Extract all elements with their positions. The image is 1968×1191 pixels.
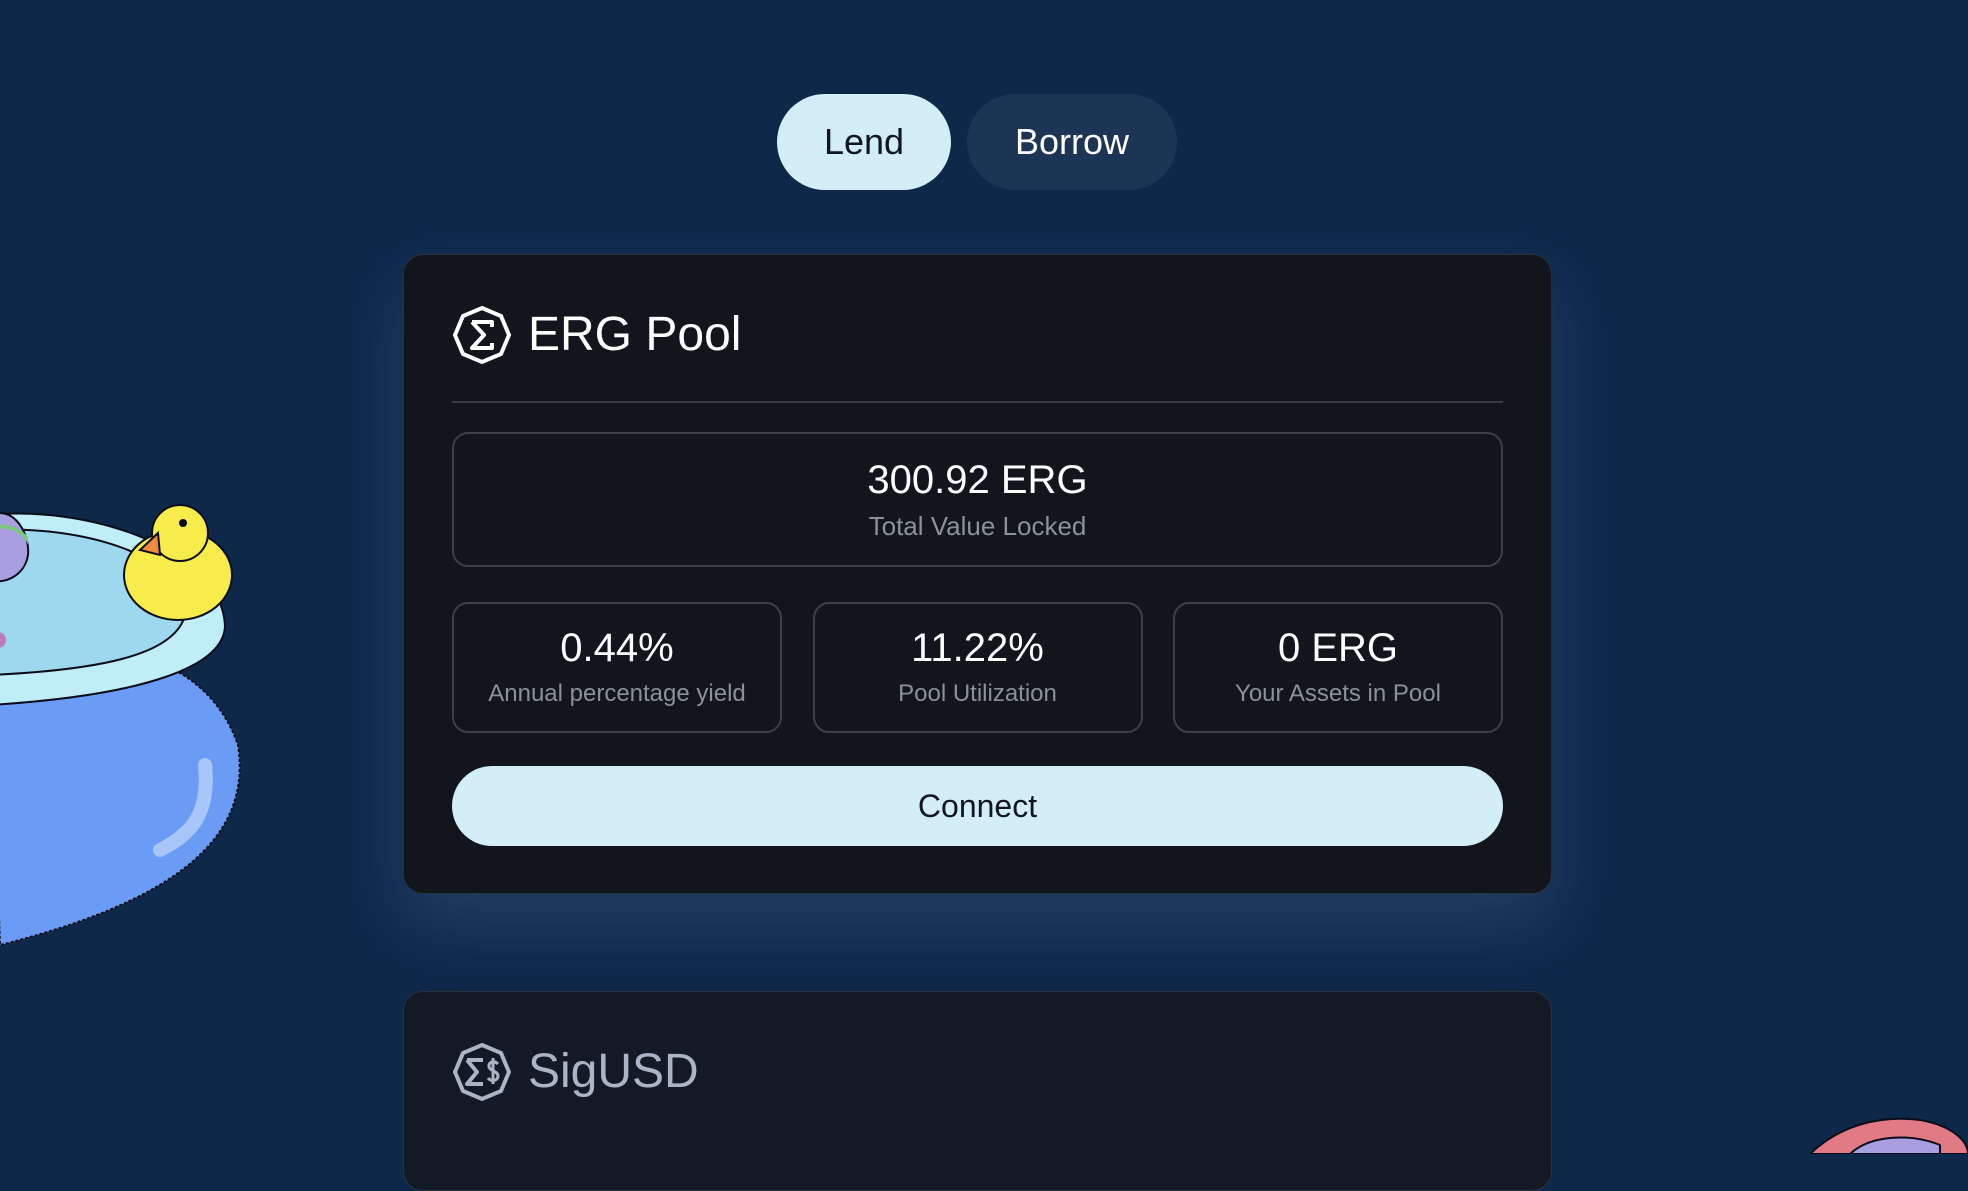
utilization-value: 11.22% — [911, 626, 1044, 670]
erg-icon — [452, 305, 512, 365]
apy-stat: 0.44% Annual percentage yield — [452, 602, 782, 733]
apy-label: Annual percentage yield — [488, 680, 746, 707]
tvl-box: 300.92 ERG Total Value Locked — [452, 432, 1503, 567]
erg-pool-header: ERG Pool — [452, 305, 1503, 403]
sigusd-icon — [452, 1042, 512, 1102]
your-assets-value: 0 ERG — [1277, 626, 1399, 670]
fish-illustration — [1808, 1117, 1968, 1154]
connect-button[interactable]: Connect — [452, 766, 1503, 846]
tvl-label: Total Value Locked — [868, 511, 1087, 541]
sigusd-pool-card: SigUSD — [403, 991, 1552, 1191]
sigusd-pool-title: SigUSD — [528, 1045, 699, 1098]
apy-value: 0.44% — [560, 626, 674, 670]
your-assets-label: Your Assets in Pool — [1235, 680, 1441, 707]
tvl-value: 300.92 ERG — [867, 458, 1088, 502]
sigusd-pool-header: SigUSD — [452, 1042, 1503, 1138]
your-assets-stat: 0 ERG Your Assets in Pool — [1173, 602, 1503, 733]
utilization-stat: 11.22% Pool Utilization — [812, 602, 1143, 733]
utilization-label: Pool Utilization — [898, 680, 1057, 707]
erg-pool-card: ERG Pool 300.92 ERG Total Value Locked 0… — [403, 254, 1552, 894]
pool-duck-illustration — [0, 504, 241, 947]
tab-lend[interactable]: Lend — [777, 94, 951, 190]
pool-stats-row: 0.44% Annual percentage yield 11.22% Poo… — [452, 602, 1503, 733]
lend-borrow-tabs: Lend Borrow — [777, 94, 1177, 190]
erg-pool-title: ERG Pool — [528, 308, 742, 361]
tab-borrow[interactable]: Borrow — [967, 94, 1177, 190]
